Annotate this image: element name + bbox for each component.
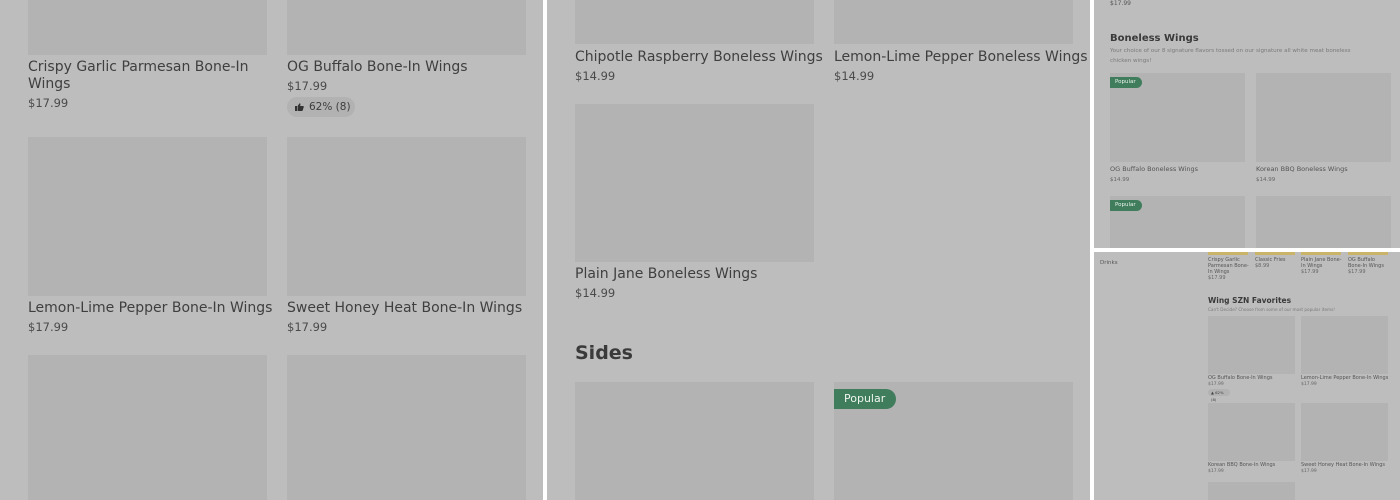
item-price: $17.99 [287,79,328,93]
item-image[interactable] [575,382,814,500]
item-image[interactable] [1208,403,1295,461]
popular-badge: Popular [834,389,897,409]
thumbs-up-icon: ▲ [1211,390,1214,395]
section-title: Boneless Wings [1110,33,1199,44]
panel-bone-in-wings: Crispy Garlic Parmesan Bone-In Wings $17… [0,0,543,500]
item-name[interactable]: Crispy Garlic Parmesan Bone-In Wings [28,59,253,93]
sidebar-item-drinks[interactable]: Drinks [1100,260,1118,266]
panel-wing-szn: Drinks Crispy Garlic Parmesan Bone- In W… [1094,252,1400,500]
item-image[interactable] [1301,316,1388,374]
strip-card-price: $17.99 [1208,275,1226,281]
item-image[interactable] [1256,196,1391,248]
strip-card-name[interactable]: Crispy Garlic Parmesan Bone- In Wings $1… [1208,257,1249,281]
item-price: $17.99 [1301,469,1317,474]
popular-badge: Popular [1110,200,1142,211]
item-image[interactable] [1208,316,1295,374]
item-image[interactable] [1301,403,1388,461]
item-name[interactable]: Sweet Honey Heat Bone-In Wings [1301,462,1385,468]
strip-card-price: $17.99 [1301,269,1319,275]
item-name[interactable]: OG Buffalo Bone-In Wings [1208,375,1273,381]
item-image[interactable] [834,0,1073,44]
item-image[interactable] [287,137,526,296]
item-price: $17.99 [28,96,69,110]
item-name[interactable]: Korean BBQ Bone-In Wings [1208,462,1275,468]
strip-card-name[interactable]: Plain Jane Bone- In Wings $17.99 [1301,257,1342,275]
item-price: $17.99 [1208,382,1224,387]
item-image[interactable] [28,137,267,296]
item-price: $17.99 [1301,382,1317,387]
thumbs-up-icon [295,103,304,111]
item-name[interactable]: Lemon-Lime Pepper Bone-In Wings [28,300,272,317]
item-price: $17.99 [1208,469,1224,474]
item-price: $14.99 [575,286,616,300]
section-description: Your choice of our 8 signature flavors t… [1110,48,1351,54]
strip-card-image[interactable] [1348,252,1388,255]
item-image[interactable] [575,104,814,262]
strip-card-name[interactable]: Classic Fries $8.99 [1255,257,1286,269]
strip-card-price: $17.99 [1348,269,1366,275]
strip-card-image[interactable] [1255,252,1295,255]
item-image[interactable] [1208,482,1295,500]
item-price: $17.99 [28,320,69,334]
item-image[interactable] [1256,73,1391,162]
strip-card-image[interactable] [1208,252,1248,255]
item-name[interactable]: OG Buffalo Boneless Wings [1110,165,1198,173]
item-name[interactable]: Korean BBQ Boneless Wings [1256,165,1348,173]
item-name[interactable]: Lemon-Lime Pepper Bone-In Wings [1301,375,1388,381]
strip-card-price: $8.99 [1255,263,1270,269]
item-image[interactable] [575,0,814,44]
section-description: Can't Decide? Choose from some of our mo… [1208,307,1335,312]
item-price: $14.99 [575,69,616,83]
item-image[interactable] [287,355,526,500]
item-image[interactable] [28,355,267,500]
rating-pill: ▲ 62% (8) [1208,389,1230,402]
item-name[interactable]: Chipotle Raspberry Boneless Wings [575,49,823,66]
item-name[interactable]: Lemon-Lime Pepper Boneless Wings [834,49,1088,66]
popular-badge: Popular [1110,77,1142,88]
item-image[interactable] [28,0,267,55]
item-name[interactable]: Plain Jane Boneless Wings [575,266,757,283]
item-price: $17.99 [1110,0,1131,7]
section-title: Wing SZN Favorites [1208,296,1292,305]
item-price: $14.99 [1256,177,1276,183]
strip-card-name[interactable]: OG Buffalo Bone-In Wings $17.99 [1348,257,1384,275]
item-name[interactable]: Sweet Honey Heat Bone-In Wings [287,300,522,317]
item-image[interactable] [287,0,526,55]
strip-card-image[interactable] [1301,252,1341,255]
section-title: Sides [575,342,633,364]
item-price: $17.99 [287,320,328,334]
panel-boneless-section: $17.99 Boneless Wings Your choice of our… [1094,0,1400,248]
item-name[interactable]: OG Buffalo Bone-In Wings [287,59,468,76]
item-price: $14.99 [1110,177,1130,183]
item-price: $14.99 [834,69,875,83]
panel-boneless-wings: Chipotle Raspberry Boneless Wings $14.99… [547,0,1090,500]
rating-text: 62% (8) [309,101,351,113]
section-description-cont: chicken wings! [1110,58,1152,64]
rating-pill: 62% (8) [287,97,355,117]
